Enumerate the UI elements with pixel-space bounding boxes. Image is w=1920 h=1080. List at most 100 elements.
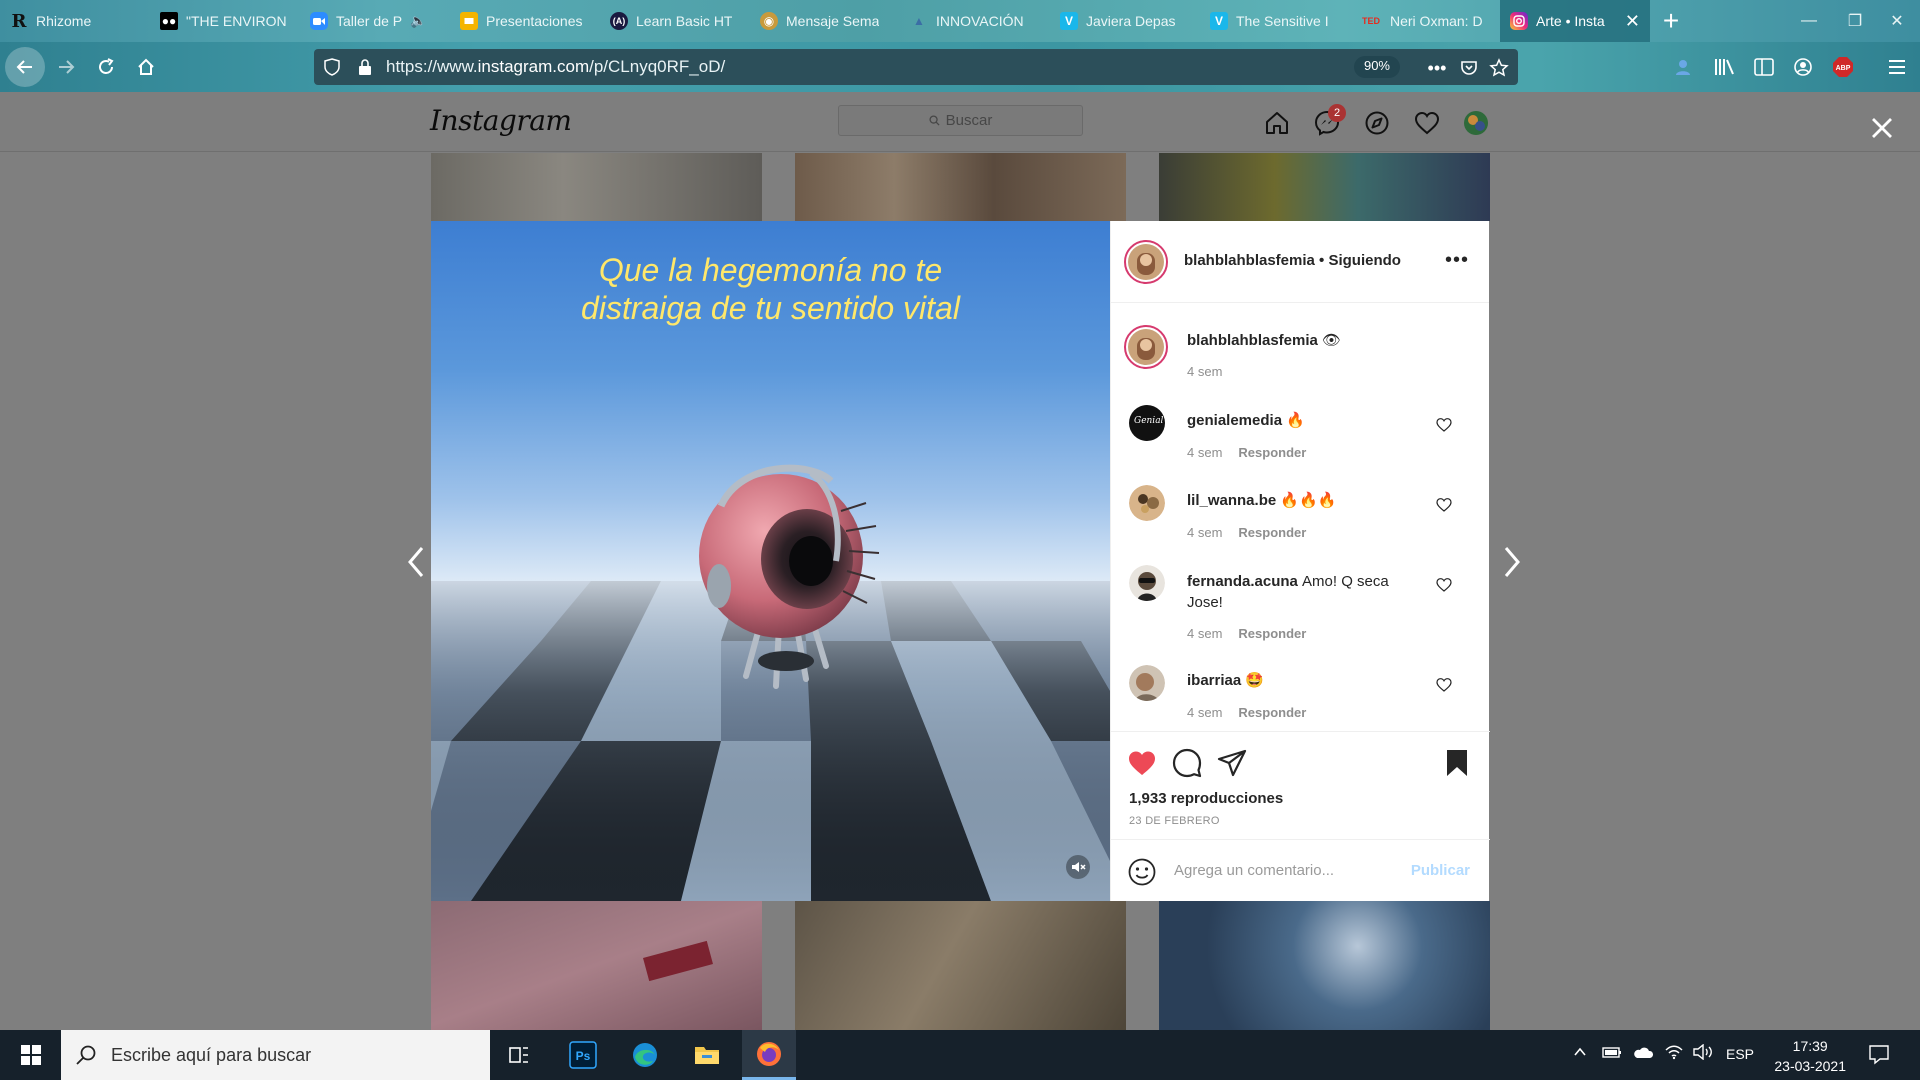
tab-environment[interactable]: ●● "THE ENVIRON [150, 0, 300, 42]
windows-logo-icon [21, 1045, 41, 1065]
url-text[interactable]: https://www.instagram.com/p/CLnyq0RF_oD/ [386, 57, 725, 77]
comment-text[interactable]: lil_wanna.be 🔥🔥🔥 [1187, 491, 1336, 509]
reply-button[interactable]: Responder [1238, 705, 1306, 720]
comment-text[interactable]: ibarriaa 🤩 [1187, 671, 1264, 689]
comment-bubble-icon[interactable] [1172, 748, 1202, 778]
post-video[interactable]: Que la hegemonía no te distraiga de tu s… [431, 221, 1110, 901]
commenter-avatar[interactable] [1129, 485, 1165, 521]
close-post-icon[interactable] [1866, 112, 1898, 144]
vimeo-icon: V [1210, 12, 1228, 30]
tracking-shield-icon[interactable] [324, 58, 340, 81]
tab-mensaje[interactable]: ◉ Mensaje Sema [750, 0, 900, 42]
tab-javiera[interactable]: V Javiera Depas [1050, 0, 1200, 42]
author-avatar[interactable] [1124, 325, 1168, 369]
comment-input[interactable]: Agrega un comentario... [1174, 862, 1334, 879]
more-options-icon[interactable]: ••• [1445, 249, 1469, 272]
reply-button[interactable]: Responder [1238, 525, 1306, 540]
home-nav-icon[interactable] [1262, 108, 1292, 138]
grid-thumbnail[interactable] [431, 901, 762, 1030]
publish-button[interactable]: Publicar [1411, 862, 1470, 879]
instagram-logo[interactable]: Instagram [430, 104, 572, 137]
page-actions-icon[interactable]: ••• [1426, 57, 1448, 79]
url-bar[interactable]: https://www.instagram.com/p/CLnyq0RF_oD/… [314, 49, 1518, 85]
tab-innovacion[interactable]: ▲ INNOVACIÓN [900, 0, 1050, 42]
start-button[interactable] [4, 1030, 58, 1080]
grid-thumbnail[interactable] [795, 901, 1126, 1030]
grid-thumbnail[interactable] [431, 153, 762, 221]
back-button[interactable] [5, 47, 45, 87]
grid-thumbnail[interactable] [795, 153, 1126, 221]
account-icon[interactable] [1790, 54, 1816, 80]
firefox-taskbar-button[interactable] [742, 1030, 796, 1080]
photoshop-taskbar-button[interactable]: Ps [556, 1030, 610, 1080]
battery-icon[interactable] [1602, 1044, 1622, 1063]
volume-icon[interactable] [1692, 1043, 1714, 1063]
commenter-avatar[interactable] [1129, 665, 1165, 701]
tab-taller[interactable]: Taller de P 🔈 [300, 0, 450, 42]
reply-button[interactable]: Responder [1238, 445, 1306, 460]
previous-post-arrow-icon[interactable] [396, 538, 436, 586]
like-comment-heart-icon[interactable] [1436, 677, 1452, 693]
menu-hamburger-icon[interactable] [1884, 54, 1910, 80]
commenter-avatar[interactable] [1129, 565, 1165, 601]
restore-window-button[interactable]: ❐ [1832, 0, 1878, 42]
sidebar-icon[interactable] [1751, 54, 1777, 80]
task-view-button[interactable] [493, 1030, 547, 1080]
grid-thumbnail[interactable] [1159, 153, 1490, 221]
library-icon[interactable] [1712, 54, 1738, 80]
bookmark-star-icon[interactable] [1488, 57, 1510, 79]
tab-rhizome[interactable]: R Rhizome [0, 0, 150, 42]
muted-speaker-icon[interactable] [1066, 855, 1090, 879]
wifi-icon[interactable] [1664, 1044, 1684, 1063]
view-count[interactable]: 1,933 reproducciones [1129, 790, 1283, 807]
like-heart-icon[interactable] [1127, 748, 1157, 778]
file-explorer-taskbar-button[interactable] [680, 1030, 734, 1080]
search-input[interactable]: Buscar [838, 105, 1083, 136]
author-avatar[interactable] [1124, 240, 1168, 284]
input-language[interactable]: ESP [1726, 1046, 1754, 1062]
notifications-icon[interactable] [1868, 1043, 1890, 1068]
extension-icon[interactable] [1670, 54, 1696, 80]
commenter-avatar[interactable]: Genial [1129, 405, 1165, 441]
tab-sensitive[interactable]: V The Sensitive I [1200, 0, 1350, 42]
forward-button[interactable] [46, 47, 86, 87]
onedrive-cloud-icon[interactable] [1632, 1044, 1654, 1063]
like-comment-heart-icon[interactable] [1436, 497, 1452, 513]
tab-neri-oxman[interactable]: TED Neri Oxman: D [1350, 0, 1500, 42]
following-status[interactable]: • Siguiendo [1319, 252, 1401, 269]
close-window-button[interactable]: ✕ [1874, 0, 1920, 42]
saved-bookmark-icon[interactable] [1442, 748, 1472, 778]
reload-button[interactable] [86, 47, 126, 87]
comment-text[interactable]: genialemedia 🔥 [1187, 411, 1305, 429]
like-comment-heart-icon[interactable] [1436, 417, 1452, 433]
edge-taskbar-button[interactable] [618, 1030, 672, 1080]
tab-presentaciones[interactable]: Presentaciones [450, 0, 600, 42]
author-username[interactable]: blahblahblasfemia • Siguiendo [1184, 252, 1401, 269]
taskbar-search-input[interactable]: Escribe aquí para buscar [61, 1030, 490, 1080]
explore-compass-icon[interactable] [1362, 108, 1392, 138]
grid-thumbnail[interactable] [1159, 901, 1490, 1030]
zoom-level-badge[interactable]: 90% [1353, 56, 1400, 78]
comment-text[interactable]: fernanda.acuna Amo! Q seca Jose! [1187, 571, 1402, 613]
post-date[interactable]: 23 DE FEBRERO [1129, 815, 1220, 827]
activity-heart-icon[interactable] [1412, 108, 1442, 138]
close-tab-icon[interactable]: ✕ [1625, 11, 1640, 32]
new-tab-button[interactable]: + [1650, 0, 1692, 42]
tab-learn-html[interactable]: (A) Learn Basic HT [600, 0, 750, 42]
lock-icon[interactable] [358, 58, 372, 81]
next-post-arrow-icon[interactable] [1492, 538, 1532, 586]
like-comment-heart-icon[interactable] [1436, 577, 1452, 593]
pocket-icon[interactable] [1458, 57, 1480, 79]
minimize-window-button[interactable]: — [1786, 0, 1832, 42]
system-clock[interactable]: 17:39 23-03-2021 [1774, 1036, 1846, 1076]
emoji-smiley-icon[interactable] [1127, 857, 1157, 887]
show-hidden-icons-chevron-icon[interactable] [1572, 1044, 1588, 1063]
profile-avatar[interactable] [1461, 108, 1491, 138]
share-paper-plane-icon[interactable] [1217, 748, 1247, 778]
speaker-muted-icon[interactable]: 🔈 [410, 13, 426, 29]
tab-instagram-active[interactable]: Arte • Insta ✕ [1500, 0, 1650, 42]
caption-username[interactable]: blahblahblasfemia 👁 [1187, 331, 1341, 349]
reply-button[interactable]: Responder [1238, 626, 1306, 641]
home-button[interactable] [126, 47, 166, 87]
adblock-icon[interactable]: ABP [1830, 54, 1856, 80]
